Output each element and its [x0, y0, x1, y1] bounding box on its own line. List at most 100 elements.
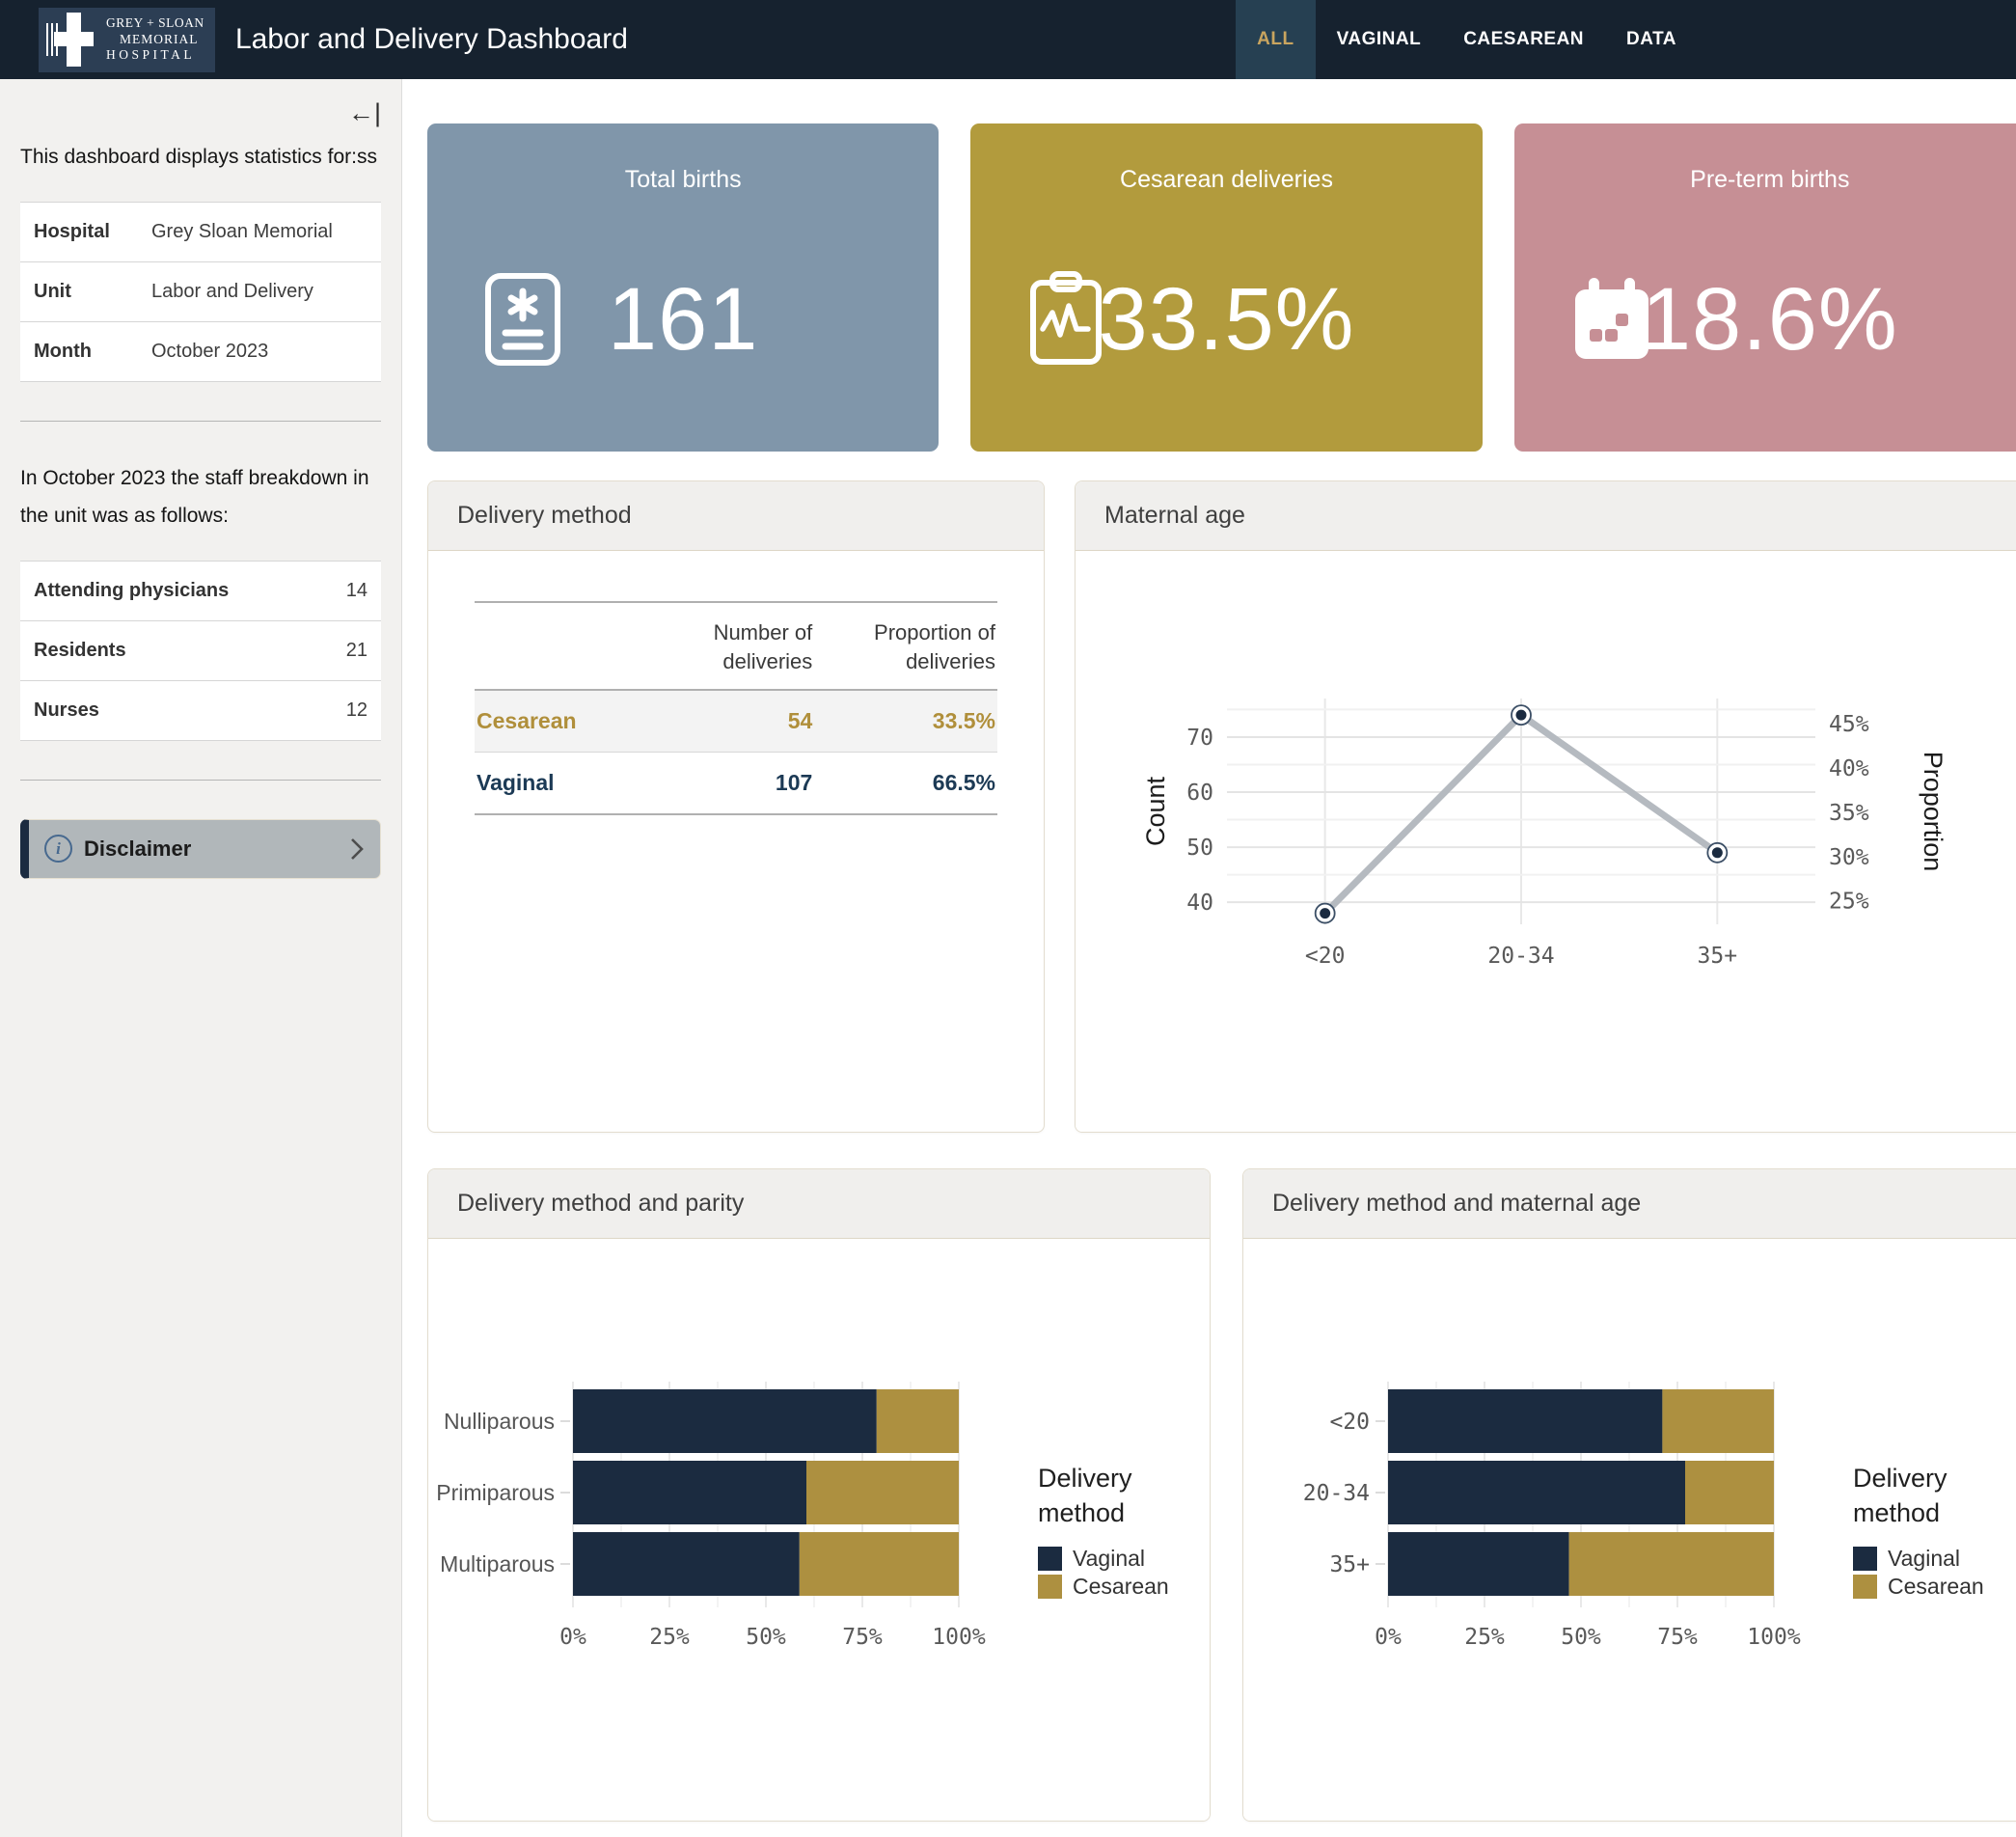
age-method-card: Delivery method and maternal age <20 20-3…: [1242, 1168, 2016, 1822]
sidebar-intro-text: This dashboard displays statistics for:s…: [20, 139, 381, 177]
svg-text:25%: 25%: [1829, 889, 1869, 914]
tab-all[interactable]: ALL: [1236, 0, 1315, 79]
tab-vaginal[interactable]: VAGINAL: [1316, 0, 1443, 79]
disclaimer-button[interactable]: i Disclaimer: [20, 819, 381, 879]
main-content: Total births 161: [402, 79, 2016, 1837]
svg-text:25%: 25%: [649, 1625, 690, 1650]
svg-text:75%: 75%: [842, 1625, 883, 1650]
svg-text:45%: 45%: [1829, 711, 1869, 736]
sidebar: ←| This dashboard displays statistics fo…: [0, 79, 402, 1837]
svg-text:Count: Count: [1141, 776, 1170, 846]
row-value: 21: [346, 640, 368, 662]
navbar: GREY + SLOAN MEMORIAL HOSPITAL Labor and…: [0, 0, 2016, 79]
row-label: Month: [34, 341, 151, 363]
value-box-title: Total births: [427, 123, 939, 194]
table-row: Month October 2023: [20, 322, 381, 382]
table-row-vaginal: Vaginal 107 66.5%: [475, 753, 997, 815]
row-count: 54: [632, 690, 815, 753]
table-row: Residents 21: [20, 621, 381, 681]
card-title: Delivery method and maternal age: [1243, 1169, 2016, 1239]
info-table: Hospital Grey Sloan Memorial Unit Labor …: [20, 202, 381, 382]
svg-text:25%: 25%: [1464, 1625, 1505, 1650]
hospital-cross-icon: [46, 13, 102, 67]
row-value: Grey Sloan Memorial: [151, 221, 333, 243]
legend: Delivery method Vaginal Cesarean: [1038, 1461, 1210, 1601]
svg-text:75%: 75%: [1657, 1625, 1698, 1650]
value-box-value: 161: [427, 228, 939, 411]
value-box-cesarean: Cesarean deliveries 33.5%: [970, 123, 1482, 452]
hospital-logo-box: GREY + SLOAN MEMORIAL HOSPITAL: [39, 8, 215, 72]
row-proportion: 66.5%: [814, 753, 997, 815]
parity-card: Delivery method and parity NulliparousPr…: [427, 1168, 1211, 1822]
divider: [20, 780, 381, 781]
hospital-logo-text: GREY + SLOAN MEMORIAL HOSPITAL: [102, 15, 204, 63]
maternal-age-line-chart: 4050607025%30%35%40%45%<2020-3435+CountP…: [1135, 681, 1965, 1004]
table-row: Nurses 12: [20, 681, 381, 741]
chevron-right-icon: [349, 836, 365, 862]
table-row: Hospital Grey Sloan Memorial: [20, 203, 381, 262]
parity-stacked-bar-chart: NulliparousPrimiparousMultiparous0%25%50…: [428, 1376, 997, 1685]
maternal-age-card: Maternal age 4050607025%30%35%40%45%<202…: [1075, 480, 2016, 1133]
svg-text:20-34: 20-34: [1303, 1481, 1370, 1506]
svg-text:<20: <20: [1305, 944, 1346, 969]
row-value: October 2023: [151, 341, 268, 363]
divider: [20, 421, 381, 422]
cards-row-1: Delivery method Number of deliveries Pro…: [427, 480, 2016, 1133]
cards-row-2: Delivery method and parity NulliparousPr…: [427, 1168, 2016, 1822]
tab-data[interactable]: DATA: [1605, 0, 1698, 79]
legend-label: Vaginal: [1073, 1546, 1145, 1572]
svg-text:50: 50: [1186, 836, 1213, 861]
svg-text:Primiparous: Primiparous: [436, 1480, 555, 1505]
legend-label: Vaginal: [1888, 1546, 1960, 1572]
row-label: Nurses: [34, 699, 346, 722]
sidebar-collapse-icon[interactable]: ←|: [348, 93, 381, 133]
vaginal-swatch: [1853, 1547, 1877, 1571]
hospital-logo: GREY + SLOAN MEMORIAL HOSPITAL: [0, 0, 215, 79]
legend: Delivery method Vaginal Cesarean: [1853, 1461, 2016, 1601]
svg-text:100%: 100%: [1747, 1625, 1801, 1650]
value-box-value: 33.5%: [970, 228, 1482, 411]
col-header-proportion: Proportion of deliveries: [814, 602, 997, 690]
table-row: Attending physicians 14: [20, 562, 381, 621]
value-box-value: 18.6%: [1514, 228, 2016, 411]
delivery-method-card: Delivery method Number of deliveries Pro…: [427, 480, 1045, 1133]
svg-text:Multiparous: Multiparous: [440, 1551, 555, 1577]
row-value: 12: [346, 699, 368, 722]
legend-label: Cesarean: [1888, 1574, 1984, 1600]
legend-title: Delivery method: [1853, 1461, 2016, 1531]
legend-title: Delivery method: [1038, 1461, 1210, 1531]
table-row-cesarean: Cesarean 54 33.5%: [475, 690, 997, 753]
row-count: 107: [632, 753, 815, 815]
age-stacked-bar-chart: <2020-3435+0%25%50%75%100%: [1243, 1376, 1812, 1685]
row-proportion: 33.5%: [814, 690, 997, 753]
svg-text:40%: 40%: [1829, 755, 1869, 781]
svg-text:0%: 0%: [1375, 1625, 1402, 1650]
svg-text:60: 60: [1186, 781, 1213, 806]
nav-tabs: ALL VAGINAL CAESAREAN DATA: [1236, 0, 1698, 79]
svg-text:100%: 100%: [932, 1625, 986, 1650]
value-box-title: Cesarean deliveries: [970, 123, 1482, 194]
staff-intro-text: In October 2023 the staff breakdown in t…: [20, 460, 381, 535]
row-label: Unit: [34, 281, 151, 303]
col-header-count: Number of deliveries: [632, 602, 815, 690]
legend-item: Cesarean: [1853, 1574, 2016, 1600]
svg-text:35+: 35+: [1698, 944, 1738, 969]
svg-text:<20: <20: [1329, 1410, 1370, 1435]
svg-text:0%: 0%: [559, 1625, 586, 1650]
legend-item: Vaginal: [1853, 1546, 2016, 1572]
svg-text:70: 70: [1186, 725, 1213, 750]
row-label: Hospital: [34, 221, 151, 243]
col-header-empty: [475, 602, 632, 690]
svg-text:35+: 35+: [1329, 1552, 1370, 1577]
delivery-method-table: Number of deliveries Proportion of deliv…: [475, 601, 997, 815]
cesarean-swatch: [1853, 1575, 1877, 1599]
card-title: Maternal age: [1076, 481, 2016, 551]
svg-text:Proportion: Proportion: [1919, 751, 1948, 871]
info-icon: i: [44, 835, 72, 863]
value-box-preterm: Pre-term births 18.6%: [1514, 123, 2016, 452]
value-box-total-births: Total births 161: [427, 123, 939, 452]
cesarean-swatch: [1038, 1575, 1062, 1599]
tab-caesarean[interactable]: CAESAREAN: [1442, 0, 1605, 79]
page-title: Labor and Delivery Dashboard: [235, 0, 628, 79]
disclaimer-label: Disclaimer: [84, 836, 191, 862]
